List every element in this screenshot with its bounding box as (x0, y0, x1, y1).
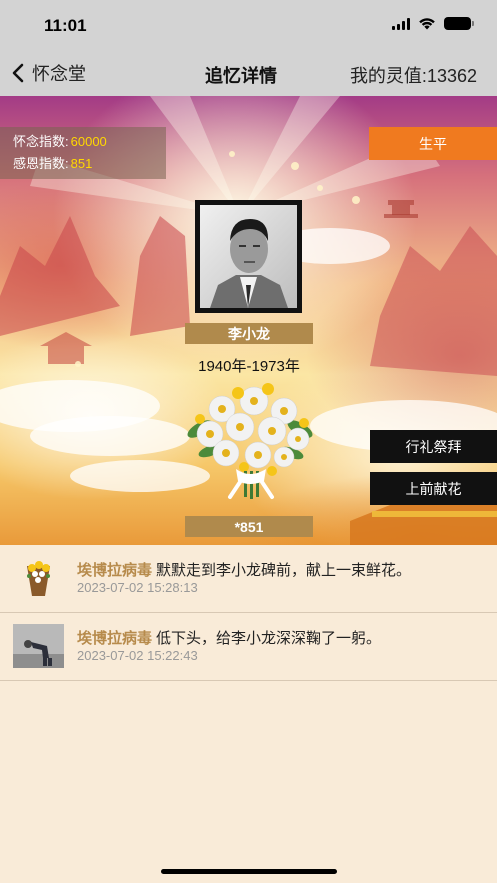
feed-message: 埃博拉病毒 默默走到李小龙碑前，献上一束鲜花。 (77, 559, 411, 580)
remembrance-index: 怀念指数: 60000 (13, 131, 166, 153)
gratitude-index: 感恩指数: 851 (13, 153, 166, 175)
feed-username[interactable]: 埃博拉病毒 (77, 630, 152, 647)
life-years: 1940年-1973年 (198, 358, 300, 375)
back-button[interactable]: 怀念堂 (10, 60, 86, 86)
gratitude-label: 感恩指数: (13, 156, 69, 171)
signal-icon (392, 17, 410, 30)
list-item: 埃博拉病毒 默默走到李小龙碑前，献上一束鲜花。 2023-07-02 15:28:… (0, 545, 497, 613)
feed-username[interactable]: 埃博拉病毒 (77, 562, 152, 579)
activity-feed: 埃博拉病毒 默默走到李小龙碑前，献上一束鲜花。 2023-07-02 15:28:… (0, 545, 497, 681)
remembrance-label: 怀念指数: (13, 134, 69, 149)
status-bar: 11:01 (0, 0, 497, 48)
home-indicator[interactable] (161, 869, 337, 874)
worship-button[interactable]: 行礼祭拜 (370, 430, 497, 463)
chevron-left-icon (12, 63, 24, 83)
status-time: 11:01 (44, 16, 87, 35)
portrait-photo (195, 200, 302, 313)
bowing-avatar (13, 624, 64, 668)
bouquet-avatar (13, 556, 64, 600)
flower-count: *851 (185, 516, 313, 537)
status-icons (392, 17, 474, 30)
feed-timestamp: 2023-07-02 15:22:43 (77, 648, 198, 663)
remembrance-value: 60000 (70, 134, 107, 149)
page-title: 追忆详情 (205, 66, 277, 86)
deceased-name: 李小龙 (185, 323, 313, 344)
back-label: 怀念堂 (32, 64, 86, 84)
feed-action: 默默走到李小龙碑前，献上一束鲜花。 (156, 562, 412, 579)
wifi-icon (419, 18, 435, 30)
spirit-value: 我的灵值:13362 (349, 66, 477, 86)
gratitude-value: 851 (70, 156, 93, 171)
portrait-image (200, 205, 297, 308)
feed-action: 低下头，给李小龙深深鞠了一躬。 (156, 630, 382, 647)
battery-icon (444, 17, 474, 30)
feed-timestamp: 2023-07-02 15:28:13 (77, 580, 198, 595)
feed-message: 埃博拉病毒 低下头，给李小龙深深鞠了一躬。 (77, 627, 381, 648)
offer-flower-button[interactable]: 上前献花 (370, 472, 497, 505)
list-item: 埃博拉病毒 低下头，给李小龙深深鞠了一躬。 2023-07-02 15:22:43 (0, 613, 497, 681)
memorial-hero: 怀念指数: 60000 感恩指数: 851 生平 李小龙 1940年-1973年… (0, 96, 497, 545)
biography-button[interactable]: 生平 (369, 127, 497, 160)
nav-bar: 怀念堂 追忆详情 我的灵值:13362 (0, 48, 497, 96)
index-panel: 怀念指数: 60000 感恩指数: 851 (0, 127, 166, 179)
bouquet-illustration (187, 383, 313, 499)
